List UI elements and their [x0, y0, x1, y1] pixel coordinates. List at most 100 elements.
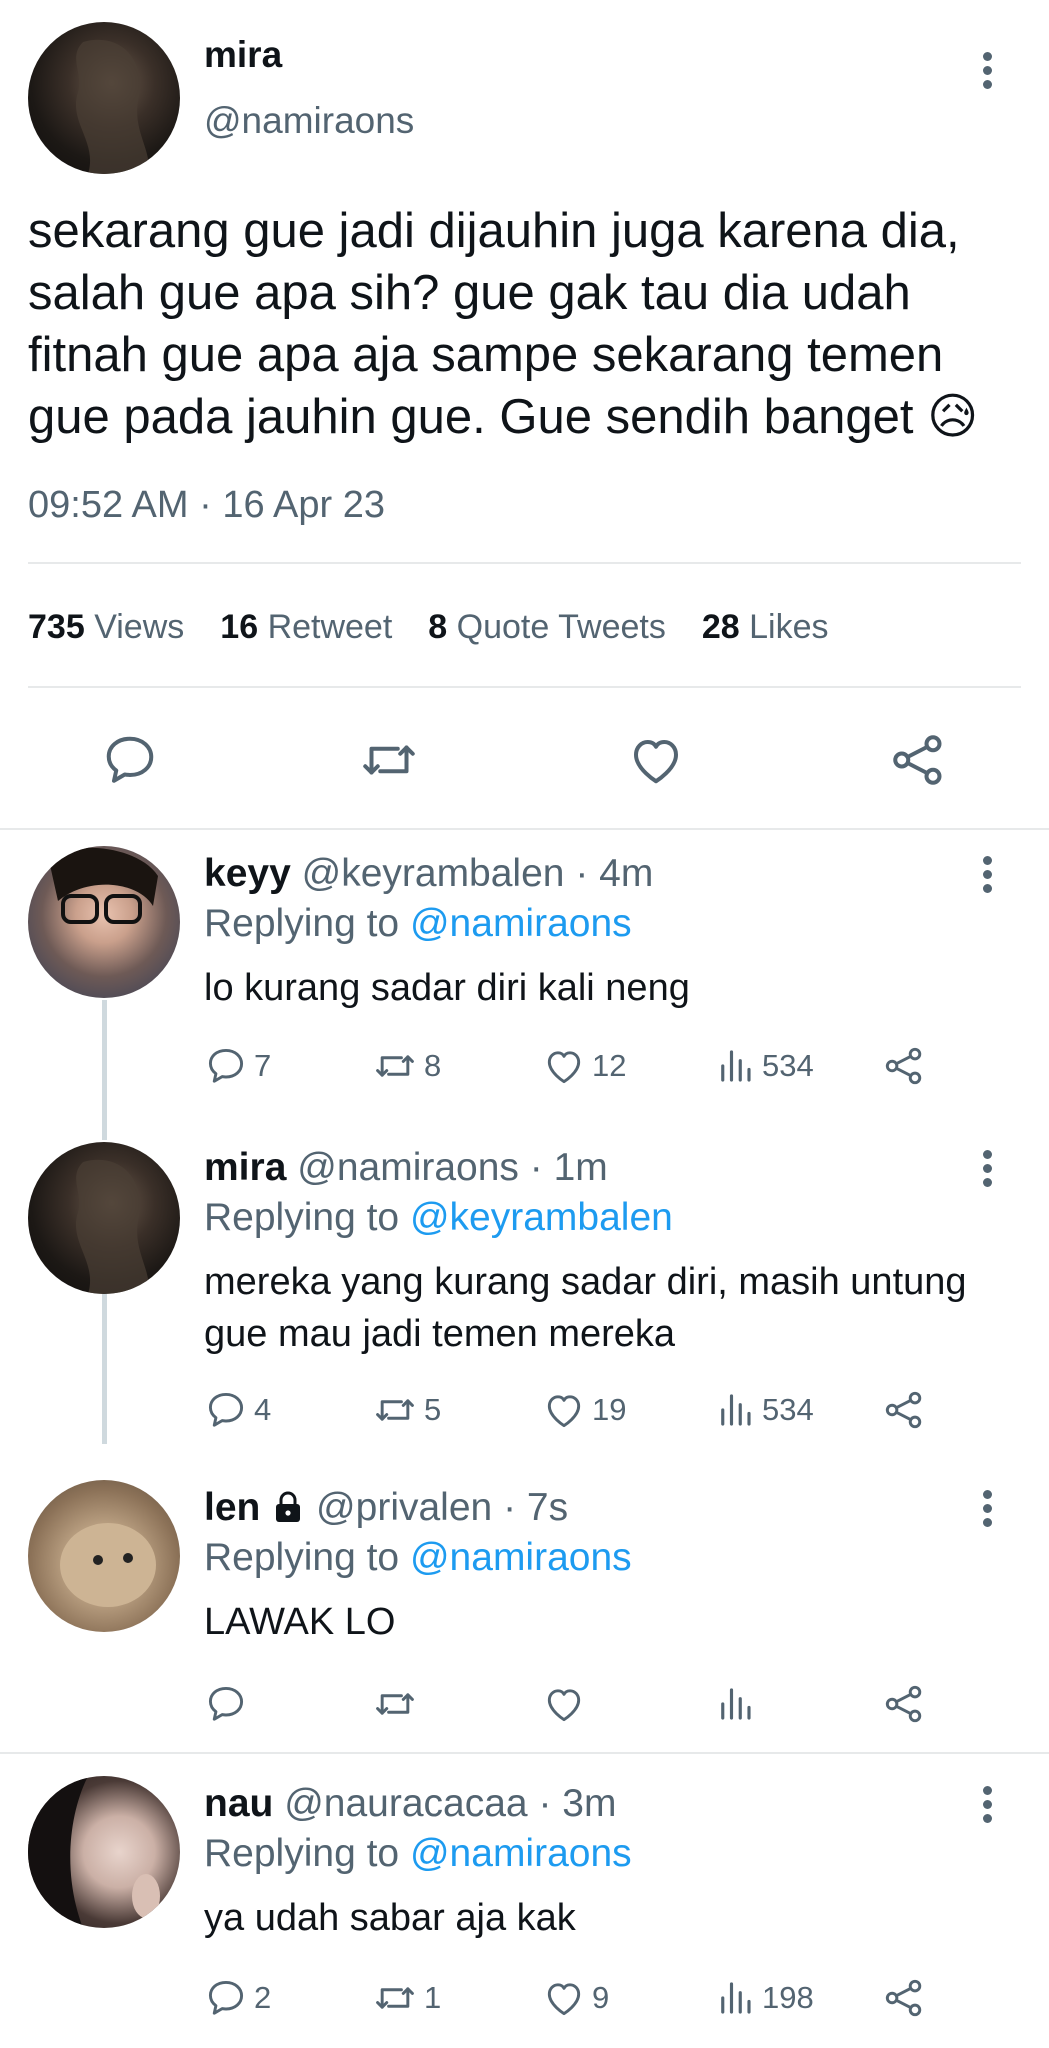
like-button[interactable]: 12 — [542, 1044, 626, 1088]
reply-button[interactable]: 2 — [204, 1976, 271, 2020]
divider — [0, 828, 1049, 830]
thread-line — [102, 1000, 107, 1140]
retweet-count: 8 — [424, 1048, 442, 1083]
avatar[interactable] — [28, 1776, 180, 1928]
reply-author-name[interactable]: len — [204, 1486, 260, 1529]
reply-author-handle[interactable]: @privalen — [316, 1486, 492, 1529]
views-stat[interactable]: 735 Views — [28, 608, 184, 646]
lock-icon — [276, 1491, 301, 1522]
views-button[interactable]: 534 — [714, 1044, 814, 1088]
replying-to-link[interactable]: @namiraons — [410, 902, 632, 945]
like-button[interactable] — [626, 730, 686, 790]
quote-stat[interactable]: 8 Quote Tweets — [428, 608, 666, 646]
share-button[interactable] — [882, 1388, 926, 1432]
views-button[interactable] — [714, 1682, 756, 1726]
share-nodes-icon — [882, 1976, 926, 2020]
reply-time[interactable]: · 1m — [530, 1146, 608, 1189]
share-button[interactable] — [888, 730, 948, 790]
retweet-button[interactable]: 1 — [372, 1976, 441, 2020]
retweet-count: 1 — [424, 1980, 442, 2015]
replying-to-link[interactable]: @namiraons — [410, 1536, 632, 1579]
reply-text: LAWAK LO — [204, 1601, 396, 1643]
avatar[interactable] — [28, 1480, 180, 1632]
thread-line — [102, 1294, 107, 1444]
like-button[interactable] — [542, 1682, 586, 1726]
like-count: 9 — [592, 1980, 610, 2015]
reply-author-name[interactable]: keyy — [204, 852, 291, 895]
share-button[interactable] — [882, 1044, 926, 1088]
likes-count: 28 — [701, 608, 740, 646]
like-count: 12 — [592, 1048, 627, 1083]
retweet-button[interactable] — [372, 1682, 418, 1726]
replying-to: Replying to @keyrambalen — [204, 1196, 673, 1240]
speech-bubble-icon — [204, 1682, 248, 1726]
share-button[interactable] — [882, 1976, 926, 2020]
avatar[interactable] — [28, 1142, 180, 1294]
reply-button[interactable] — [100, 730, 160, 790]
retweet-button[interactable]: 8 — [372, 1044, 441, 1088]
views-button[interactable]: 534 — [714, 1388, 814, 1432]
retweet-count: 5 — [424, 1392, 442, 1427]
more-options-icon[interactable] — [982, 1150, 992, 1194]
speech-bubble-icon — [204, 1044, 248, 1088]
reply-author-handle[interactable]: @nauracacaa — [284, 1782, 527, 1825]
reply-author-name[interactable]: mira — [204, 1146, 286, 1189]
reply-time[interactable]: · 3m — [538, 1782, 616, 1825]
reply-author-handle[interactable]: @keyrambalen — [302, 852, 565, 895]
reply-text: mereka yang kurang sadar diri, masih unt… — [204, 1261, 967, 1355]
sad-emoji-icon: 😥 — [927, 390, 979, 444]
retweet-stat[interactable]: 16 Retweet — [220, 608, 392, 646]
avatar-photo — [48, 847, 158, 924]
reply-button[interactable] — [204, 1682, 248, 1726]
reply-header: mira @namiraons · 1m — [204, 1146, 608, 1190]
reply-header: len @privalen · 7s — [204, 1486, 568, 1530]
retweet-button[interactable] — [358, 730, 420, 790]
author-name[interactable]: mira — [204, 34, 282, 76]
reply-time[interactable]: · 7s — [503, 1486, 568, 1529]
views-label: Views — [94, 608, 185, 646]
reply-button[interactable]: 7 — [204, 1044, 271, 1088]
reply-time[interactable]: · 4m — [575, 852, 653, 895]
avatar-photo — [60, 1523, 156, 1607]
share-nodes-icon — [882, 1388, 926, 1432]
heart-icon — [542, 1044, 586, 1088]
heart-icon — [542, 1388, 586, 1432]
author-handle[interactable]: @namiraons — [204, 100, 414, 142]
replying-to-link[interactable]: @keyrambalen — [410, 1196, 673, 1239]
views-button[interactable]: 198 — [714, 1976, 814, 2020]
speech-bubble-icon — [204, 1976, 248, 2020]
retweet-button[interactable]: 5 — [372, 1388, 441, 1432]
share-nodes-icon — [888, 730, 948, 790]
more-options-icon[interactable] — [982, 52, 992, 96]
retweet-arrows-icon — [372, 1682, 418, 1726]
share-nodes-icon — [882, 1682, 926, 1726]
retweet-label: Retweet — [267, 608, 393, 646]
reply-text: ya udah sabar aja kak — [204, 1897, 576, 1939]
reply-author-name[interactable]: nau — [204, 1782, 273, 1825]
bar-chart-icon — [714, 1976, 756, 2020]
divider — [28, 562, 1021, 564]
reply-count: 4 — [254, 1392, 272, 1427]
share-button[interactable] — [882, 1682, 926, 1726]
author-avatar[interactable] — [28, 22, 180, 174]
replying-to-label: Replying to — [204, 1196, 400, 1239]
tweet-timestamp[interactable]: 09:52 AM · 16 Apr 23 — [28, 484, 385, 527]
reply-header: keyy @keyrambalen · 4m — [204, 852, 653, 896]
replying-to-link[interactable]: @namiraons — [410, 1832, 632, 1875]
avatar[interactable] — [28, 846, 180, 998]
reply-author-handle[interactable]: @namiraons — [297, 1146, 519, 1189]
more-options-icon[interactable] — [982, 1786, 992, 1830]
views-count: 735 — [28, 608, 85, 646]
like-button[interactable]: 9 — [542, 1976, 609, 2020]
tweet-stats: 735 Views 16 Retweet 8 Quote Tweets 28 Like… — [28, 608, 829, 647]
like-button[interactable]: 19 — [542, 1388, 626, 1432]
likes-stat[interactable]: 28 Likes — [702, 608, 829, 646]
retweet-arrows-icon — [372, 1044, 418, 1088]
more-options-icon[interactable] — [982, 1490, 992, 1534]
avatar-photo — [75, 39, 149, 174]
more-options-icon[interactable] — [982, 856, 992, 900]
likes-label: Likes — [749, 608, 829, 646]
bar-chart-icon — [714, 1044, 756, 1088]
speech-bubble-icon — [100, 730, 160, 790]
reply-button[interactable]: 4 — [204, 1388, 271, 1432]
